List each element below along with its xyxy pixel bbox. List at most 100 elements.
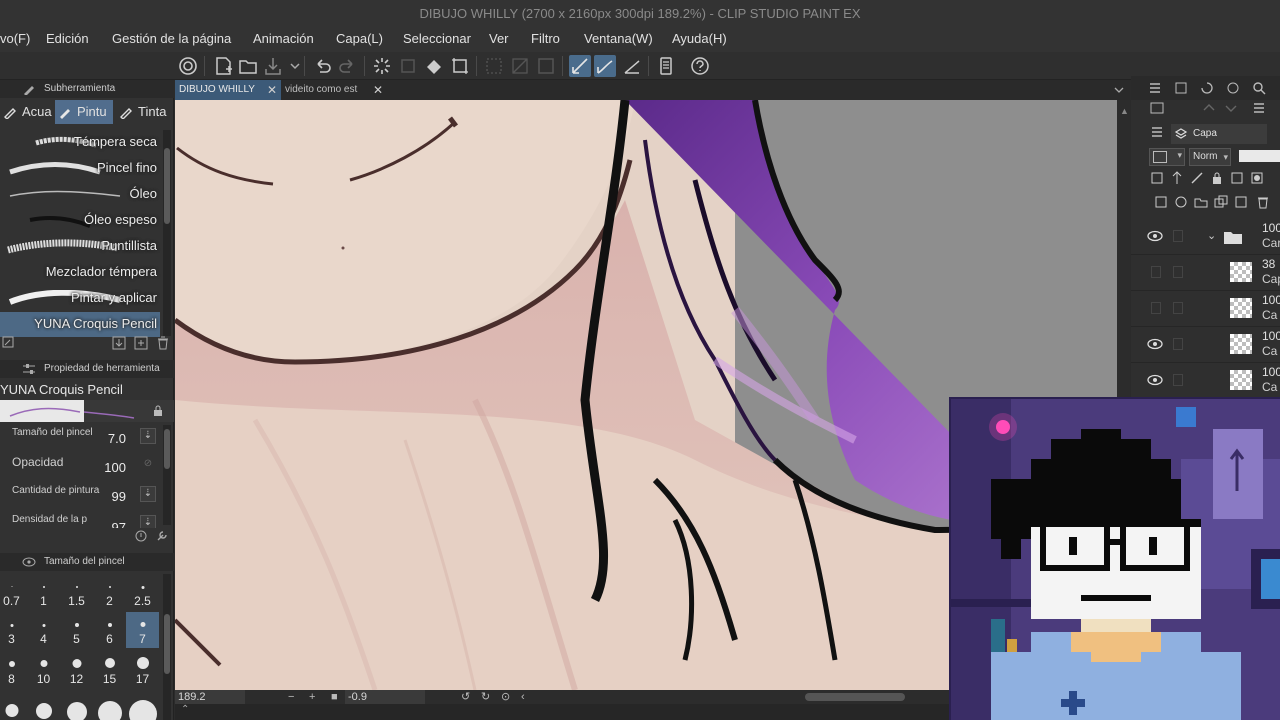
brush-size-option[interactable] — [93, 688, 126, 720]
layer-row[interactable]: ⌄ 100 Carp — [1131, 219, 1280, 255]
brush-size-option[interactable] — [126, 688, 159, 720]
fit-icon[interactable]: ■ — [331, 690, 338, 704]
chevron-down-icon[interactable] — [1114, 86, 1124, 94]
close-icon[interactable]: ✕ — [373, 80, 383, 100]
snap-to-grid-icon[interactable] — [621, 55, 643, 77]
layer-edit-toggle[interactable] — [1173, 266, 1183, 278]
brush-item[interactable]: Témpera seca — [0, 130, 160, 155]
brush-size-option[interactable] — [27, 688, 60, 720]
eye-icon[interactable] — [1147, 229, 1163, 243]
history-icon[interactable] — [1199, 80, 1215, 96]
menu-window[interactable]: Ventana(W) — [584, 31, 653, 46]
brush-item[interactable]: Pincel fino — [0, 156, 160, 181]
layer-edit-toggle[interactable] — [1173, 230, 1183, 242]
opacity-link-icon[interactable]: ⊘ — [140, 457, 156, 473]
transform-icon[interactable] — [449, 55, 471, 77]
undo-icon[interactable] — [311, 55, 333, 77]
panel-menu-icon[interactable] — [1147, 80, 1163, 96]
menu-filter[interactable]: Filtro — [531, 31, 560, 46]
color-mode-select[interactable]: ▾ — [1149, 148, 1185, 166]
brush-item-selected[interactable]: YUNA Croquis Pencil — [0, 312, 160, 337]
layer-row[interactable]: 38 Cap — [1131, 255, 1280, 291]
pressure-icon[interactable]: ⇣ — [140, 428, 156, 444]
menu-help[interactable]: Ayuda(H) — [672, 31, 727, 46]
download-icon[interactable] — [112, 336, 126, 350]
layer-property-icon[interactable] — [1173, 80, 1189, 96]
opacity-slider[interactable] — [1239, 150, 1280, 162]
menu-select[interactable]: Seleccionar — [403, 31, 471, 46]
draft-icon[interactable] — [1189, 170, 1205, 186]
brush-size-option[interactable]: 6 — [93, 612, 126, 648]
prop-value[interactable]: 100 — [104, 460, 126, 475]
panel-menu-icon[interactable] — [1149, 124, 1165, 140]
layer-row[interactable]: 100 Ca — [1131, 363, 1280, 399]
brush-item[interactable]: Puntillista — [0, 234, 160, 259]
brush-size-header[interactable]: Tamaño del pincel — [0, 553, 174, 571]
new-vector-layer-icon[interactable] — [1173, 194, 1189, 210]
brush-item[interactable]: Mezclador témpera — [0, 260, 160, 285]
eye-icon[interactable] — [1147, 337, 1163, 351]
brush-size-option[interactable] — [60, 688, 93, 720]
menu-view[interactable]: Ver — [489, 31, 509, 46]
tool-property-header[interactable]: Propiedad de herramienta — [0, 360, 174, 378]
prop-opacity[interactable]: Opacidad 100 ⊘ — [0, 454, 174, 482]
subtool-panel-header[interactable]: Subherramienta — [0, 80, 174, 98]
menu-page-management[interactable]: Gestión de la página — [112, 31, 231, 46]
pressure-icon[interactable]: ⇣ — [140, 486, 156, 502]
brush-size-option[interactable]: 3 — [0, 612, 28, 648]
reset-icon[interactable] — [134, 529, 148, 543]
brush-size-option[interactable] — [0, 688, 28, 720]
zoom-in-icon[interactable]: + — [309, 690, 315, 704]
new-folder-icon[interactable] — [1193, 194, 1209, 210]
layer-settings-icon[interactable] — [1149, 100, 1165, 116]
brush-size-option[interactable]: 15 — [93, 652, 126, 688]
chevron-down-icon[interactable] — [284, 55, 300, 77]
chevron-up-icon[interactable] — [1201, 100, 1217, 116]
help-icon[interactable] — [689, 55, 711, 77]
layer-row[interactable]: 100 Ca — [1131, 291, 1280, 327]
lock-transparency-icon[interactable] — [1229, 170, 1245, 186]
tab-layer[interactable]: Capa — [1171, 124, 1267, 144]
chevron-down-icon[interactable]: ⌄ — [1207, 229, 1216, 242]
prop-paint-density[interactable]: Densidad de la p 97 ⇣ — [0, 512, 174, 528]
open-folder-icon[interactable] — [237, 55, 259, 77]
brush-size-option[interactable]: 2.5 — [126, 574, 159, 610]
duplicate-icon[interactable] — [134, 336, 148, 350]
menu-animation[interactable]: Animación — [253, 31, 314, 46]
menu-file[interactable]: vo(F) — [0, 31, 30, 46]
reference-icon[interactable] — [1169, 170, 1185, 186]
delete-layer-icon[interactable] — [1255, 194, 1271, 210]
brush-list-scrollbar[interactable] — [163, 130, 171, 336]
scroll-thumb[interactable] — [164, 429, 170, 469]
chevron-up-icon[interactable]: ⌃ — [181, 704, 189, 715]
layer-row[interactable]: 100 Ca — [1131, 327, 1280, 363]
brush-size-option[interactable]: 10 — [27, 652, 60, 688]
search-icon[interactable] — [1251, 80, 1267, 96]
horizontal-scroll-thumb[interactable] — [805, 693, 905, 701]
brush-size-option-selected[interactable]: 7 — [126, 612, 159, 648]
zoom-out-icon[interactable]: − — [288, 690, 294, 704]
menu-icon[interactable] — [1251, 100, 1267, 116]
navigator-icon[interactable] — [1225, 80, 1241, 96]
rotation-field[interactable]: -0.9 — [345, 690, 425, 704]
prop-value[interactable]: 97 — [112, 520, 126, 528]
lock-icon[interactable] — [152, 405, 164, 417]
chevron-down-icon[interactable] — [1223, 100, 1239, 116]
brush-size-scrollbar[interactable] — [163, 574, 171, 720]
snap-to-special-ruler-icon[interactable] — [594, 55, 616, 77]
clip-studio-icon[interactable] — [177, 55, 199, 77]
new-file-icon[interactable] — [212, 55, 234, 77]
reference-layer-icon[interactable] — [535, 55, 557, 77]
wrench-icon[interactable] — [155, 529, 169, 543]
rotate-left-icon[interactable]: ↺ — [461, 690, 470, 704]
brush-size-option[interactable]: 8 — [0, 652, 28, 688]
hide-selection-icon[interactable] — [483, 55, 505, 77]
pressure-icon[interactable]: ⇣ — [140, 515, 156, 528]
reset-rotation-icon[interactable]: ⊙ — [501, 690, 510, 704]
tab-paint[interactable]: Pintu — [55, 100, 113, 124]
mask-icon[interactable] — [1249, 170, 1265, 186]
tab-videito[interactable]: videito como est ✕ — [281, 80, 387, 100]
rotate-right-icon[interactable]: ↻ — [481, 690, 490, 704]
visibility-toggle[interactable] — [1151, 302, 1161, 314]
loading-spinner-icon[interactable] — [371, 55, 393, 77]
